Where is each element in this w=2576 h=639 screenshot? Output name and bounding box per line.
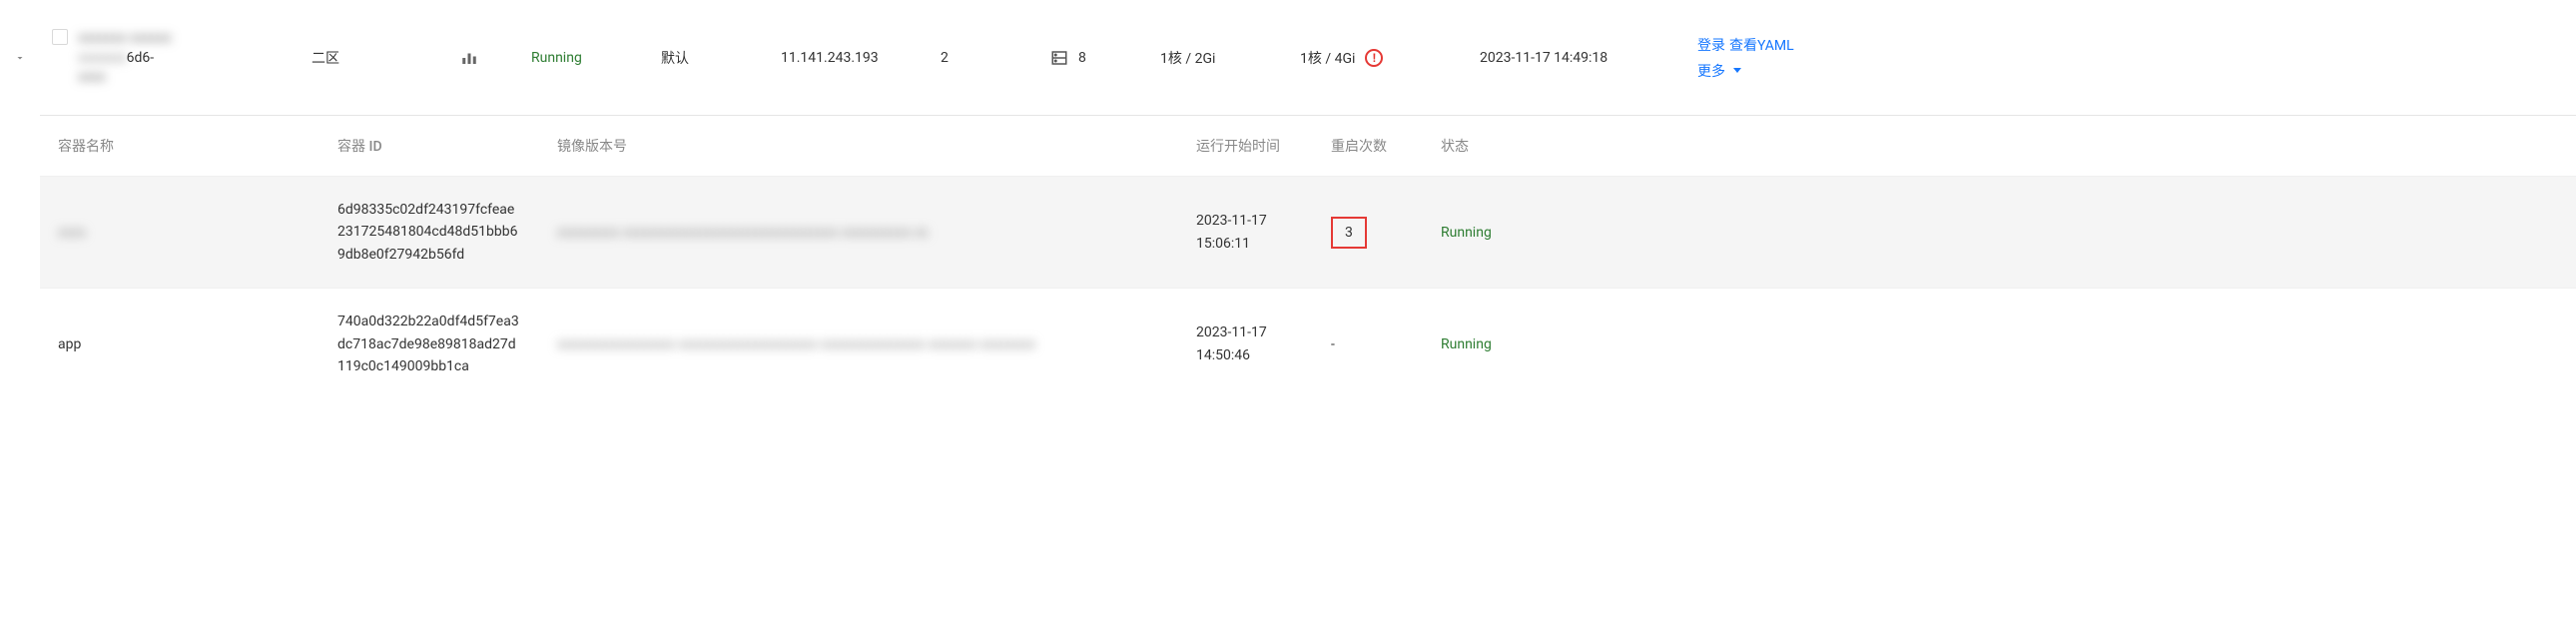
ip-cell: 11.141.243.193 xyxy=(769,50,929,66)
col-state: 状态 xyxy=(1423,116,2576,177)
spec-limit-text: 1核 / 4Gi xyxy=(1300,48,1355,68)
col-image: 镜像版本号 xyxy=(539,116,1178,177)
pod-name-line1: xxxxxxx xxxxxx xyxy=(78,27,172,49)
pod-name-line3: xxxx xyxy=(78,66,172,88)
login-link[interactable]: 登录 xyxy=(1697,35,1725,55)
pod-summary-row: xxxxxxx xxxxxx xxxxxxx6d6- xxxx 二区 Runni… xyxy=(0,0,2576,115)
container-name-cell: app xyxy=(40,289,320,400)
disk-count: 8 xyxy=(1078,50,1086,66)
chevron-down-icon xyxy=(14,52,26,64)
start-time-cell: 2023-11-1715:06:11 xyxy=(1178,177,1313,289)
container-id-cell: 740a0d322b22a0df4d5f7ea3dc718ac7de98e898… xyxy=(320,289,539,400)
container-table-panel: 容器名称 容器 ID 镜像版本号 运行开始时间 重启次数 状态 xxxx6d98… xyxy=(40,115,2576,399)
container-table: 容器名称 容器 ID 镜像版本号 运行开始时间 重启次数 状态 xxxx6d98… xyxy=(40,116,2576,399)
spec-limit-cell: 1核 / 4Gi ! xyxy=(1288,48,1468,68)
warning-icon[interactable]: ! xyxy=(1365,49,1383,67)
col-container-id: 容器 ID xyxy=(320,116,539,177)
status-cell: Running xyxy=(519,50,649,66)
start-time-cell: 2023-11-1714:50:46 xyxy=(1178,289,1313,400)
table-row: xxxx6d98335c02df243197fcfeae231725481804… xyxy=(40,177,2576,289)
container-count-cell: 2 xyxy=(929,50,1038,66)
container-id-cell: 6d98335c02df243197fcfeae231725481804cd48… xyxy=(320,177,539,289)
metrics-icon-cell[interactable] xyxy=(419,49,519,67)
disk-icon xyxy=(1050,49,1068,67)
zone-cell: 二区 xyxy=(300,48,419,68)
actions-cell: 登录 查看YAML 更多 xyxy=(1677,35,2576,81)
caret-down-icon xyxy=(1733,68,1741,73)
expand-toggle[interactable] xyxy=(0,52,40,64)
image-cell: xxxxxxxxx xxxxxxxxxxxxxxxxxxxxxxxxxxxxxx… xyxy=(539,177,1178,289)
image-cell: xxxxxxxxxxxxxxxxx xxxxxxxxxxxxxxxxxxxx x… xyxy=(539,289,1178,400)
col-container-name: 容器名称 xyxy=(40,116,320,177)
container-name-cell: xxxx xyxy=(40,177,320,289)
row-checkbox[interactable] xyxy=(52,29,68,45)
restart-count-cell: 3 xyxy=(1313,177,1423,289)
schedule-cell: 默认 xyxy=(649,48,769,68)
pod-name: xxxxxxx xxxxxx xxxxxxx6d6- xxxx xyxy=(78,27,172,88)
more-link[interactable]: 更多 xyxy=(1697,61,1725,81)
bar-chart-icon xyxy=(460,49,478,67)
disk-cell: 8 xyxy=(1038,49,1148,67)
spec-request-cell: 1核 / 2Gi xyxy=(1148,48,1288,68)
col-restart: 重启次数 xyxy=(1313,116,1423,177)
view-yaml-link[interactable]: 查看YAML xyxy=(1729,35,1794,55)
state-cell: Running xyxy=(1423,289,2576,400)
state-cell: Running xyxy=(1423,177,2576,289)
table-row: app740a0d322b22a0df4d5f7ea3dc718ac7de98e… xyxy=(40,289,2576,400)
restart-count-cell: - xyxy=(1313,289,1423,400)
created-time-cell: 2023-11-17 14:49:18 xyxy=(1468,50,1677,66)
col-start-time: 运行开始时间 xyxy=(1178,116,1313,177)
pod-name-line2: xxxxxxx6d6- xyxy=(78,50,172,66)
